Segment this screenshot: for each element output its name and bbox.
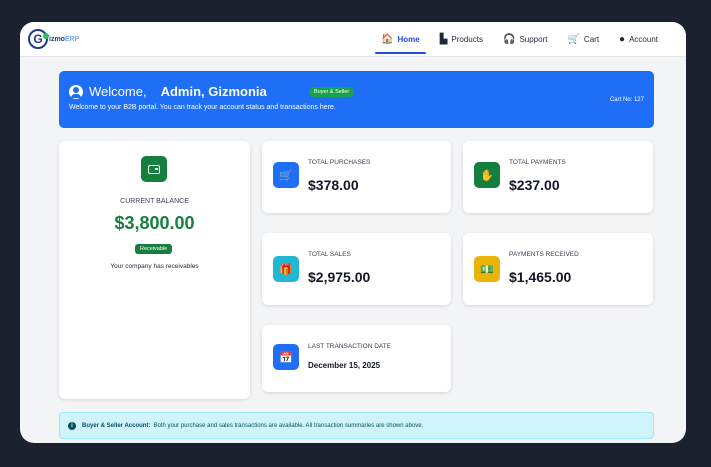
welcome-banner: Welcome, Admin, Gizmonia Buyer & Seller … bbox=[59, 71, 654, 128]
user-circle-icon bbox=[69, 84, 83, 99]
nav-item-cart[interactable]: 🛒 Cart bbox=[557, 22, 609, 57]
nav-menu: 🏠 Home ▙ Products 🎧 Support 🛒 Cart ● Acc… bbox=[371, 22, 668, 57]
stat-value: $2,975.00 bbox=[308, 269, 371, 285]
nav-item-home[interactable]: 🏠 Home bbox=[371, 22, 430, 57]
brand-name: izmoERP bbox=[49, 35, 80, 43]
top-navbar: G izmoERP 🏠 Home ▙ Products 🎧 Support 🛒 … bbox=[20, 22, 686, 57]
stat-value: $237.00 bbox=[509, 177, 560, 193]
stat-label: PAYMENTS RECEIVED bbox=[509, 251, 579, 258]
welcome-subtitle: Welcome to your B2B portal. You can trac… bbox=[69, 104, 336, 111]
calendar-icon: 📅 bbox=[273, 344, 299, 370]
receivable-badge: Receivable bbox=[135, 244, 173, 254]
info-icon: i bbox=[68, 421, 76, 430]
wallet-icon bbox=[141, 156, 167, 182]
nav-label: Home bbox=[397, 35, 420, 44]
welcome-heading: Welcome, Admin, Gizmonia bbox=[69, 84, 267, 99]
balance-label: CURRENT BALANCE bbox=[120, 198, 189, 205]
nav-label: Cart bbox=[583, 35, 600, 44]
brand-logo[interactable]: G izmoERP bbox=[28, 29, 79, 49]
stat-label: TOTAL PURCHASES bbox=[308, 159, 371, 166]
welcome-greeting: Welcome, bbox=[89, 84, 147, 99]
balance-value: $3,800.00 bbox=[114, 213, 195, 233]
balance-card: CURRENT BALANCE $3,800.00 Receivable You… bbox=[59, 141, 250, 399]
total-payments-card: ✋ TOTAL PAYMENTS $237.00 bbox=[463, 141, 653, 213]
stat-label: TOTAL SALES bbox=[308, 251, 351, 258]
home-icon: 🏠 bbox=[381, 33, 394, 45]
logo-icon: G bbox=[28, 29, 49, 49]
nav-item-account[interactable]: ● Account bbox=[609, 22, 668, 57]
info-text: Both your purchase and sales transaction… bbox=[153, 422, 424, 429]
stat-value: $378.00 bbox=[308, 177, 359, 193]
balance-note: Your company has receivables bbox=[110, 263, 199, 270]
hand-coin-icon: ✋ bbox=[474, 162, 500, 188]
products-icon: ▙ bbox=[439, 33, 448, 45]
nav-label: Account bbox=[629, 35, 658, 44]
nav-label: Products bbox=[451, 35, 483, 44]
cart-icon: 🛒 bbox=[567, 33, 580, 45]
stat-value: $1,465.00 bbox=[509, 269, 572, 285]
app-window: G izmoERP 🏠 Home ▙ Products 🎧 Support 🛒 … bbox=[20, 22, 686, 443]
cart-icon: 🛒 bbox=[273, 162, 299, 188]
cash-icon: 💵 bbox=[474, 256, 500, 282]
total-purchases-card: 🛒 TOTAL PURCHASES $378.00 bbox=[262, 141, 451, 213]
account-info-alert: i Buyer & Seller Account: Both your purc… bbox=[59, 412, 654, 439]
headset-icon: 🎧 bbox=[502, 33, 516, 45]
nav-label: Support bbox=[519, 35, 548, 44]
role-badge: Buyer & Seller bbox=[309, 87, 355, 97]
nav-item-support[interactable]: 🎧 Support bbox=[493, 22, 557, 57]
stat-value: December 15, 2025 bbox=[308, 361, 381, 370]
payments-received-card: 💵 PAYMENTS RECEIVED $1,465.00 bbox=[463, 233, 653, 305]
user-circle-icon: ● bbox=[619, 33, 626, 45]
nav-item-products[interactable]: ▙ Products bbox=[430, 22, 493, 57]
gift-icon: 🎁 bbox=[273, 256, 299, 282]
stat-label: TOTAL PAYMENTS bbox=[509, 159, 566, 166]
total-sales-card: 🎁 TOTAL SALES $2,975.00 bbox=[262, 233, 451, 305]
welcome-user-name: Admin, Gizmonia bbox=[160, 84, 267, 99]
info-heading: Buyer & Seller Account: bbox=[82, 422, 151, 429]
cart-number: Cart No: 127 bbox=[609, 97, 644, 103]
stat-label: LAST TRANSACTION DATE bbox=[308, 343, 392, 350]
last-transaction-card: 📅 LAST TRANSACTION DATE December 15, 202… bbox=[262, 325, 451, 392]
